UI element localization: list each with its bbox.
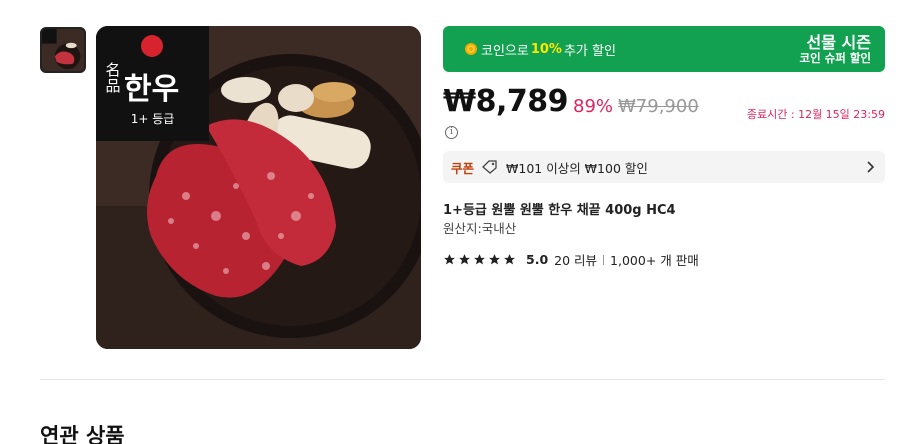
related-products-title: 연관 상품 [40, 424, 125, 444]
star-icon [504, 254, 515, 265]
chevron-right-icon [867, 161, 875, 173]
promo-title: 선물 시즌 [806, 32, 871, 52]
current-price: ₩8,789 [443, 84, 568, 119]
rating-row[interactable]: 5.0 20 리뷰 1,000+ 개 판매 [443, 250, 699, 269]
section-divider [40, 379, 885, 380]
coin-icon [465, 43, 477, 55]
separator [603, 254, 605, 265]
rating-score: 5.0 [526, 252, 549, 267]
thumbnail-image[interactable] [40, 27, 86, 73]
product-main-image: 名品 한우 1+ 등급 [96, 26, 421, 349]
coupon-label: 쿠폰 [451, 160, 475, 176]
coupon-row[interactable]: 쿠폰 ₩101 이상의 ₩100 할인 [443, 151, 885, 183]
price-row: ₩8,789 89% ₩79,900 종료시간 : 12월 15일 23:59 [443, 84, 885, 124]
product-origin: 원산지:국내산 [443, 221, 517, 236]
original-price: ₩79,900 [618, 96, 699, 117]
promo-prefix: 코인으로 [481, 43, 529, 59]
sold-count: 1,000+ 개 판매 [610, 253, 699, 268]
info-icon[interactable]: i [445, 126, 458, 139]
star-icon [444, 254, 455, 265]
coupon-text: ₩101 이상의 ₩100 할인 [506, 160, 648, 176]
product-title: 1+등급 원뿔 원뿔 한우 채끝 400g HC4 [443, 203, 676, 218]
promo-season: 선물 시즌 코인 슈퍼 할인 [800, 33, 872, 66]
logo-text-myeongpum: 名品 [105, 61, 121, 95]
star-icon [474, 254, 485, 265]
coin-promo-banner[interactable]: 코인으로 10% 추가 할인 선물 시즌 코인 슈퍼 할인 [443, 26, 885, 72]
brand-logo: 名品 한우 1+ 등급 [96, 26, 209, 141]
discount-rate: 89% [573, 96, 614, 117]
promo-percent: 10% [530, 41, 562, 57]
promo-subtitle: 코인 슈퍼 할인 [799, 50, 872, 65]
logo-text-hanwoo: 한우 [124, 72, 180, 107]
tag-icon [482, 160, 497, 174]
logo-grade: 1+ 등급 [130, 112, 175, 126]
star-icon [459, 254, 470, 265]
sale-deadline: 종료시간 : 12월 15일 23:59 [746, 108, 885, 121]
review-count[interactable]: 20 리뷰 [554, 250, 597, 269]
star-rating [443, 253, 518, 266]
promo-suffix: 추가 할인 [563, 43, 616, 59]
coin-promo-text: 코인으로 10% 추가 할인 [465, 40, 616, 59]
star-icon [489, 254, 500, 265]
